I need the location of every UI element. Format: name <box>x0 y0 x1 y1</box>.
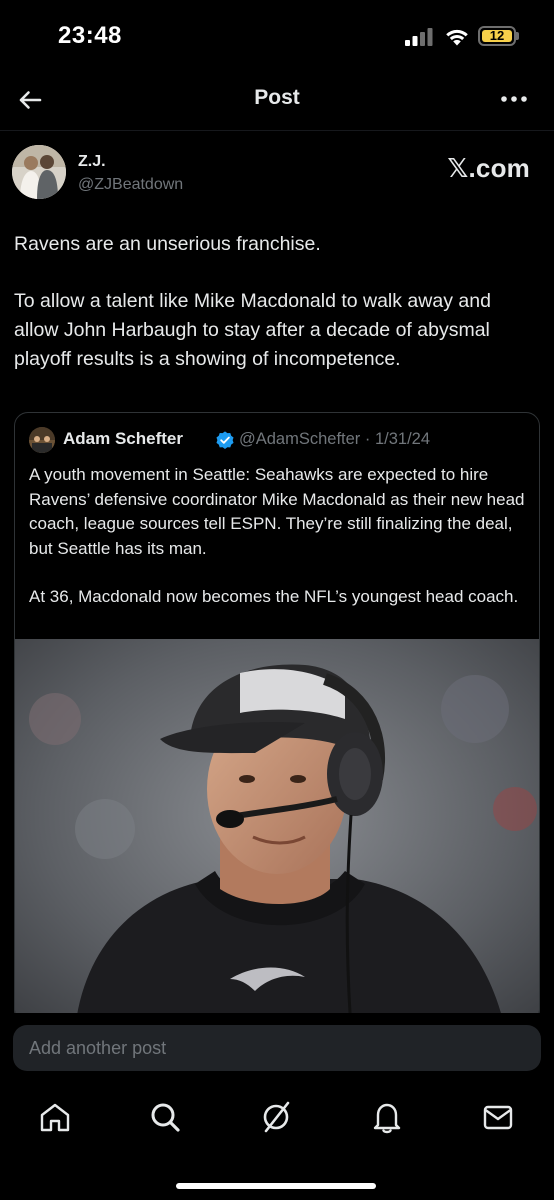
wifi-icon <box>446 29 468 46</box>
home-indicator[interactable] <box>176 1183 376 1189</box>
quoted-paragraph: A youth movement in Seattle: Seahawks ar… <box>29 465 525 558</box>
post-paragraph: To allow a talent like Mike Macdonald to… <box>14 290 491 370</box>
post-body: Ravens are an unserious franchise. To al… <box>14 230 540 374</box>
reply-bar <box>0 1013 554 1083</box>
cellular-signal-icon <box>405 28 433 46</box>
quoted-post-header: Adam Schefter @AdamSchefter · 1/31/24 <box>29 427 529 453</box>
battery-level-text: 12 <box>489 28 505 43</box>
quoted-handle-date: @AdamSchefter · 1/31/24 <box>239 430 431 448</box>
top-navigation: Post <box>0 70 554 130</box>
battery-nub <box>516 32 519 40</box>
avatar-photo <box>12 145 66 199</box>
quoted-post-body: A youth movement in Seattle: Seahawks ar… <box>29 463 529 610</box>
battery-icon: 12 <box>478 26 516 46</box>
reply-input[interactable] <box>29 1025 529 1071</box>
quoted-author-avatar <box>29 427 55 453</box>
messages-icon[interactable] <box>478 1097 518 1137</box>
quoted-avatar-photo <box>29 427 55 453</box>
quoted-author-name: Adam Schefter <box>63 429 183 448</box>
author-name[interactable]: Z.J. <box>78 153 106 171</box>
divider <box>0 130 554 131</box>
author-handle[interactable]: @ZJBeatdown <box>78 176 183 194</box>
home-icon[interactable] <box>35 1097 75 1137</box>
notifications-icon[interactable] <box>367 1097 407 1137</box>
post-paragraph: Ravens are an unserious franchise. <box>14 233 321 255</box>
more-dots-icon[interactable] <box>496 84 532 114</box>
search-icon[interactable] <box>145 1097 185 1137</box>
quoted-post[interactable]: Adam Schefter @AdamSchefter · 1/31/24 A … <box>14 412 540 1024</box>
reply-box[interactable] <box>13 1025 541 1071</box>
status-time: 23:48 <box>58 22 122 49</box>
status-bar: 23:48 12 <box>0 0 554 70</box>
verified-badge-icon <box>216 431 234 449</box>
page-title: Post <box>254 86 300 109</box>
quoted-paragraph: At 36, Macdonald now becomes the NFL’s y… <box>29 587 519 606</box>
post-header: Z.J. @ZJBeatdown 𝕏.com <box>12 145 542 205</box>
grok-icon[interactable] <box>256 1097 296 1137</box>
quoted-post-photo[interactable] <box>15 639 540 1024</box>
x-com-logo: 𝕏.com <box>447 153 530 183</box>
author-avatar[interactable] <box>12 145 66 199</box>
